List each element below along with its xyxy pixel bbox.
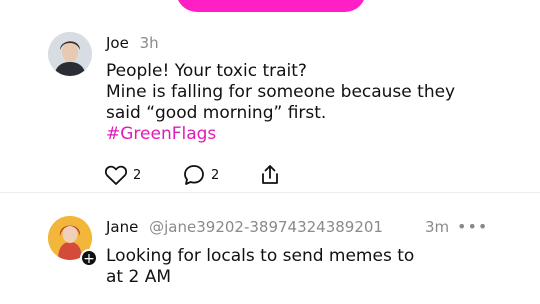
like-button[interactable]: 2 (104, 162, 141, 188)
post-time: 3m (425, 218, 450, 236)
like-count: 2 (133, 167, 142, 183)
post-divider (0, 192, 540, 193)
author-name[interactable]: Joe (106, 34, 129, 52)
post-time: 3h (139, 34, 159, 52)
more-options-icon[interactable]: ••• (457, 217, 488, 236)
follow-plus-icon[interactable]: + (80, 249, 98, 267)
author-name[interactable]: Jane (106, 218, 138, 236)
reply-button[interactable]: 2 (182, 162, 219, 188)
avatar-joe-image (48, 32, 92, 76)
heart-icon (104, 165, 128, 185)
author-handle: @jane39202-38974324389201 (149, 218, 383, 236)
post-text-line: Mine is falling for someone because they (106, 82, 456, 102)
avatar[interactable] (48, 32, 92, 76)
post-text-line: People! Your toxic trait? (106, 61, 307, 81)
share-button[interactable] (258, 162, 282, 188)
comment-icon (184, 165, 204, 185)
top-pink-button[interactable] (176, 0, 366, 12)
post-text-line: said “good morning” first. (106, 103, 327, 123)
post-text: Looking for locals to send memes to at 2… (106, 246, 516, 288)
share-icon (262, 165, 278, 184)
post-text-line: Looking for locals to send memes to (106, 246, 415, 266)
post-text: People! Your toxic trait? Mine is fallin… (106, 61, 516, 145)
post-text-line: at 2 AM (106, 267, 172, 287)
reply-count: 2 (211, 167, 220, 183)
hashtag-link[interactable]: #GreenFlags (106, 124, 516, 145)
